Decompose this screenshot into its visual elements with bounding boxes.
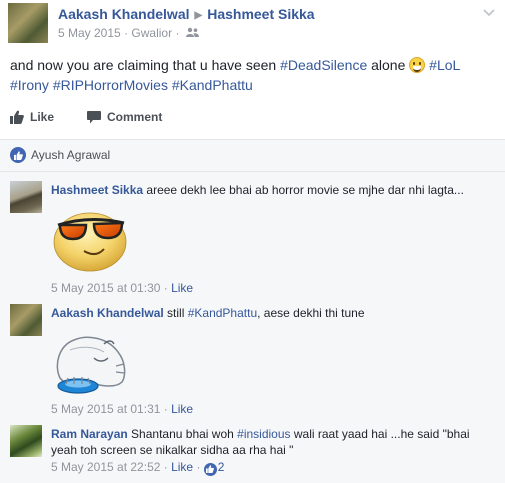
like-button[interactable]: Like xyxy=(10,110,54,124)
comment-timestamp[interactable]: 5 May 2015 at 22:52 xyxy=(51,460,160,474)
comment-text: Hashmeet Sikka areee dekh lee bhai ab ho… xyxy=(51,182,464,198)
scared-ghost-sticker-icon xyxy=(56,336,126,394)
post-text-part: and now you are claiming that u have see… xyxy=(10,57,281,73)
comment-like-link[interactable]: Like xyxy=(171,402,193,416)
comment-timestamp[interactable]: 5 May 2015 at 01:31 xyxy=(51,402,160,416)
meta-separator: · xyxy=(124,26,129,40)
comment-timestamp[interactable]: 5 May 2015 at 01:30 xyxy=(51,281,160,295)
comment-content: yeah toh screen se nikalkar sidha aa rha… xyxy=(51,443,294,457)
divider xyxy=(0,171,505,172)
commenter-avatar[interactable] xyxy=(10,304,42,336)
comment-like-link[interactable]: Like xyxy=(171,460,193,474)
hashtag-link[interactable]: #Irony xyxy=(10,77,49,93)
post-meta: 5 May 2015 · Gwalior · xyxy=(58,26,199,40)
post-header: Aakash Khandelwal ▶ Hashmeet Sikka xyxy=(58,6,315,22)
hashtag-link[interactable]: #LoL xyxy=(429,57,460,73)
friends-icon[interactable] xyxy=(185,26,199,40)
target-name-link[interactable]: Hashmeet Sikka xyxy=(207,6,314,22)
commenter-name[interactable]: Hashmeet Sikka xyxy=(51,183,143,197)
divider xyxy=(0,139,505,140)
grinning-emoji-icon xyxy=(409,57,426,73)
speech-bubble-icon xyxy=(87,110,101,123)
like-reaction-icon[interactable] xyxy=(203,462,217,476)
likers-name[interactable]: Ayush Agrawal xyxy=(31,148,110,162)
hashtag-link[interactable]: #insidious xyxy=(237,427,290,441)
author-avatar[interactable] xyxy=(8,3,48,43)
post-location[interactable]: Gwalior xyxy=(131,26,172,40)
comment-content: wali raat yaad hai ...he said "bhai xyxy=(290,427,470,441)
arrow-right-icon: ▶ xyxy=(194,10,203,21)
comment-meta: 5 May 2015 at 01:30 · Like xyxy=(51,281,194,295)
hashtag-link[interactable]: #KandPhattu xyxy=(188,306,257,320)
facebook-post: Aakash Khandelwal ▶ Hashmeet Sikka 5 May 2… xyxy=(0,0,505,483)
hashtag-link[interactable]: #RIPHorrorMovies xyxy=(53,77,168,93)
commenter-name[interactable]: Aakash Khandelwal xyxy=(51,306,164,320)
post-text: and now you are claiming that u have see… xyxy=(10,55,495,95)
commenter-name[interactable]: Ram Narayan xyxy=(51,427,128,441)
comment-text: Aakash Khandelwal still #KandPhattu, aes… xyxy=(51,305,365,321)
comment-content: , aese dekhi thi tune xyxy=(257,306,365,320)
author-name-link[interactable]: Aakash Khandelwal xyxy=(58,6,190,22)
hashtag-link[interactable]: #KandPhattu xyxy=(172,77,253,93)
commenter-avatar[interactable] xyxy=(10,425,42,457)
thumbs-up-icon xyxy=(10,110,24,124)
comment-label: Comment xyxy=(107,110,163,124)
comment-like-link[interactable]: Like xyxy=(171,281,193,295)
likes-summary[interactable]: Ayush Agrawal xyxy=(10,147,110,163)
comment-like-count[interactable]: 2 xyxy=(218,460,225,474)
meta-separator-2: · xyxy=(175,26,180,40)
comment-button[interactable]: Comment xyxy=(87,110,162,124)
comment-meta: 5 May 2015 at 01:31 · Like xyxy=(51,402,194,416)
comment-text: Ram Narayan Shantanu bhai woh #insidious… xyxy=(51,426,470,458)
like-label: Like xyxy=(30,110,55,124)
chevron-down-icon[interactable] xyxy=(483,6,495,20)
hashtag-link[interactable]: #DeadSilence xyxy=(280,57,367,73)
comment-content: still xyxy=(163,306,188,320)
post-date[interactable]: 5 May 2015 xyxy=(58,26,121,40)
comment-content: areee dekh lee bhai ab horror movie se m… xyxy=(143,183,464,197)
comment-meta: 5 May 2015 at 22:52 · Like · 2 xyxy=(51,460,225,476)
post-text-part: alone xyxy=(367,57,410,73)
commenter-avatar[interactable] xyxy=(10,181,42,213)
like-reaction-icon xyxy=(10,147,26,163)
cool-sunglasses-sticker-icon xyxy=(53,212,127,272)
comment-content: Shantanu bhai woh xyxy=(127,427,238,441)
